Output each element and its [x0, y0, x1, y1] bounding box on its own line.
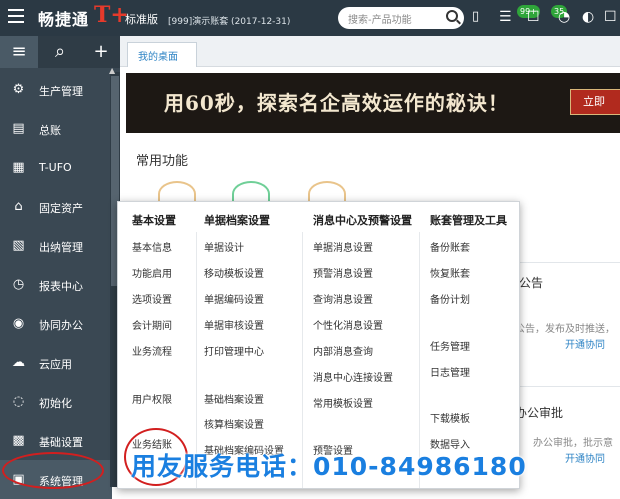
highlight-ring-system-mgmt [2, 452, 104, 489]
mobile-icon[interactable]: ▯ [472, 9, 479, 24]
nav-item-collab[interactable]: ◉ 协同办公 [0, 304, 112, 343]
menu-item[interactable]: 单据编码设置 [204, 291, 264, 306]
menu-item[interactable]: 下载模板 [430, 410, 470, 425]
settings-icon: ▩ [12, 433, 25, 448]
announcement-text: 公告，发布及时推送， [515, 324, 615, 335]
menu-toggle-icon[interactable]: ≡ [0, 36, 38, 68]
nav-item-fixed-assets[interactable]: ⌂ 固定资产 [0, 187, 112, 226]
menu-item[interactable]: 常用模板设置 [313, 395, 373, 410]
rail-toolbar: ≡ ⌕ + [0, 36, 120, 68]
menu-item[interactable]: 日志管理 [430, 364, 470, 379]
chat-icon[interactable]: ☐ [527, 9, 540, 25]
add-icon[interactable]: + [82, 36, 120, 68]
menu-item[interactable]: 单据消息设置 [313, 239, 373, 254]
menu-item[interactable]: 功能启用 [132, 265, 172, 280]
menu-item[interactable]: 移动模板设置 [204, 265, 264, 280]
menu-item[interactable]: 业务流程 [132, 343, 172, 358]
menu-item[interactable]: 个性化消息设置 [313, 317, 383, 332]
promo-banner[interactable]: 用60秒，探索名企高效运作的秘诀！ 立即 [126, 73, 620, 133]
rail-search-icon[interactable]: ⌕ [41, 36, 79, 68]
feedback-icon[interactable]: ☐ [604, 9, 617, 25]
collab-icon: ◉ [12, 316, 25, 331]
help-icon[interactable]: ◐ [582, 9, 594, 25]
service-hotline-overlay: 用友服务电话：010-84986180 [131, 452, 527, 481]
report-icon: ◷ [12, 277, 25, 292]
module-nav: ⚙ 生产管理 ▤ 总账 ▦ T-UFO ⌂ 固定资产 ▧ 出纳管理 ◷ 报表中心 ◉ 协同办公… [0, 70, 112, 499]
ledger-icon: ▤ [12, 121, 25, 136]
enable-collab-link[interactable]: 开通协同 [565, 336, 605, 351]
menu-item[interactable]: 恢复账套 [430, 265, 470, 280]
menu-item[interactable]: 单据审核设置 [204, 317, 264, 332]
bell-icon[interactable]: ◔ [558, 9, 570, 25]
column-heading-messages: 消息中心及预警设置 [313, 214, 412, 227]
hamburger-menu-icon[interactable] [8, 9, 24, 23]
banner-cta-button[interactable]: 立即 [570, 89, 620, 115]
nav-item-init[interactable]: ◌ 初始化 [0, 382, 112, 421]
cloud-icon: ☁ [12, 355, 25, 370]
menu-item[interactable]: 备份计划 [430, 291, 470, 306]
nav-item-production[interactable]: ⚙ 生产管理 [0, 70, 112, 109]
nav-item-cashier[interactable]: ▧ 出纳管理 [0, 226, 112, 265]
menu-item[interactable]: 预警消息设置 [313, 265, 373, 280]
panel-divider [515, 386, 620, 387]
edition-label: 标准版 [125, 13, 158, 26]
menu-item[interactable]: 基础档案设置 [204, 391, 264, 406]
nav-item-ledger[interactable]: ▤ 总账 [0, 109, 112, 148]
menu-item[interactable]: 内部消息查询 [313, 343, 373, 358]
approval-text: 办公审批，批示意 [533, 438, 613, 449]
common-functions-title: 常用功能 [136, 154, 189, 169]
menu-item[interactable]: 基本信息 [132, 239, 172, 254]
tab-my-desktop[interactable]: 我的桌面 [127, 42, 197, 67]
menu-item[interactable]: 消息中心连接设置 [313, 369, 393, 384]
column-heading-account-tools: 账套管理及工具 [430, 214, 507, 227]
announcement-heading: 公告 [519, 276, 544, 290]
menu-item[interactable]: 打印管理中心 [204, 343, 264, 358]
enable-collab-link[interactable]: 开通协同 [565, 450, 605, 465]
menu-item[interactable]: 会计期间 [132, 317, 172, 332]
menu-item[interactable]: 单据设计 [204, 239, 244, 254]
asset-icon: ⌂ [14, 199, 23, 214]
left-nav-rail: ≡ ⌕ + ⚙ 生产管理 ▤ 总账 ▦ T-UFO ⌂ 固定资产 ▧ 出纳管理 ◷ 报表中心… [0, 36, 120, 499]
list-icon[interactable]: ☰ [499, 9, 512, 25]
scroll-up-arrow-icon[interactable]: ▲ [109, 66, 115, 75]
nav-item-report-center[interactable]: ◷ 报表中心 [0, 265, 112, 304]
tab-strip: 我的桌面 [120, 36, 620, 67]
brand-name: 畅捷通 [38, 10, 90, 29]
menu-item[interactable]: 备份账套 [430, 239, 470, 254]
gears-icon: ⚙ [12, 82, 25, 97]
approval-heading: 办公审批 [515, 406, 564, 420]
menu-item[interactable]: 核算档案设置 [204, 416, 264, 431]
brand-mark: T+ [94, 2, 129, 28]
global-search-box[interactable]: 搜索-产品功能 [338, 7, 464, 29]
cashier-icon: ▧ [12, 238, 25, 253]
menu-item[interactable]: 任务管理 [430, 338, 470, 353]
search-input[interactable]: 搜索-产品功能 [348, 11, 412, 26]
column-heading-docs: 单据档案设置 [204, 214, 270, 227]
menu-item[interactable]: 用户权限 [132, 391, 172, 406]
nav-item-tufo[interactable]: ▦ T-UFO [0, 148, 112, 187]
ufo-icon: ▦ [12, 160, 25, 175]
search-icon[interactable] [446, 10, 458, 22]
account-label[interactable]: [999]演示账套 (2017-12-31) [168, 14, 290, 27]
nav-item-cloud[interactable]: ☁ 云应用 [0, 343, 112, 382]
menu-item[interactable]: 查询消息设置 [313, 291, 373, 306]
top-bar: 畅捷通 T+ 标准版 [999]演示账套 (2017-12-31) 搜索-产品功… [0, 0, 620, 36]
init-icon: ◌ [12, 394, 25, 409]
column-heading-basic: 基本设置 [132, 214, 176, 227]
banner-headline: 用60秒，探索名企高效运作的秘诀！ [164, 91, 509, 115]
panel-divider [515, 262, 620, 263]
menu-item[interactable]: 选项设置 [132, 291, 172, 306]
